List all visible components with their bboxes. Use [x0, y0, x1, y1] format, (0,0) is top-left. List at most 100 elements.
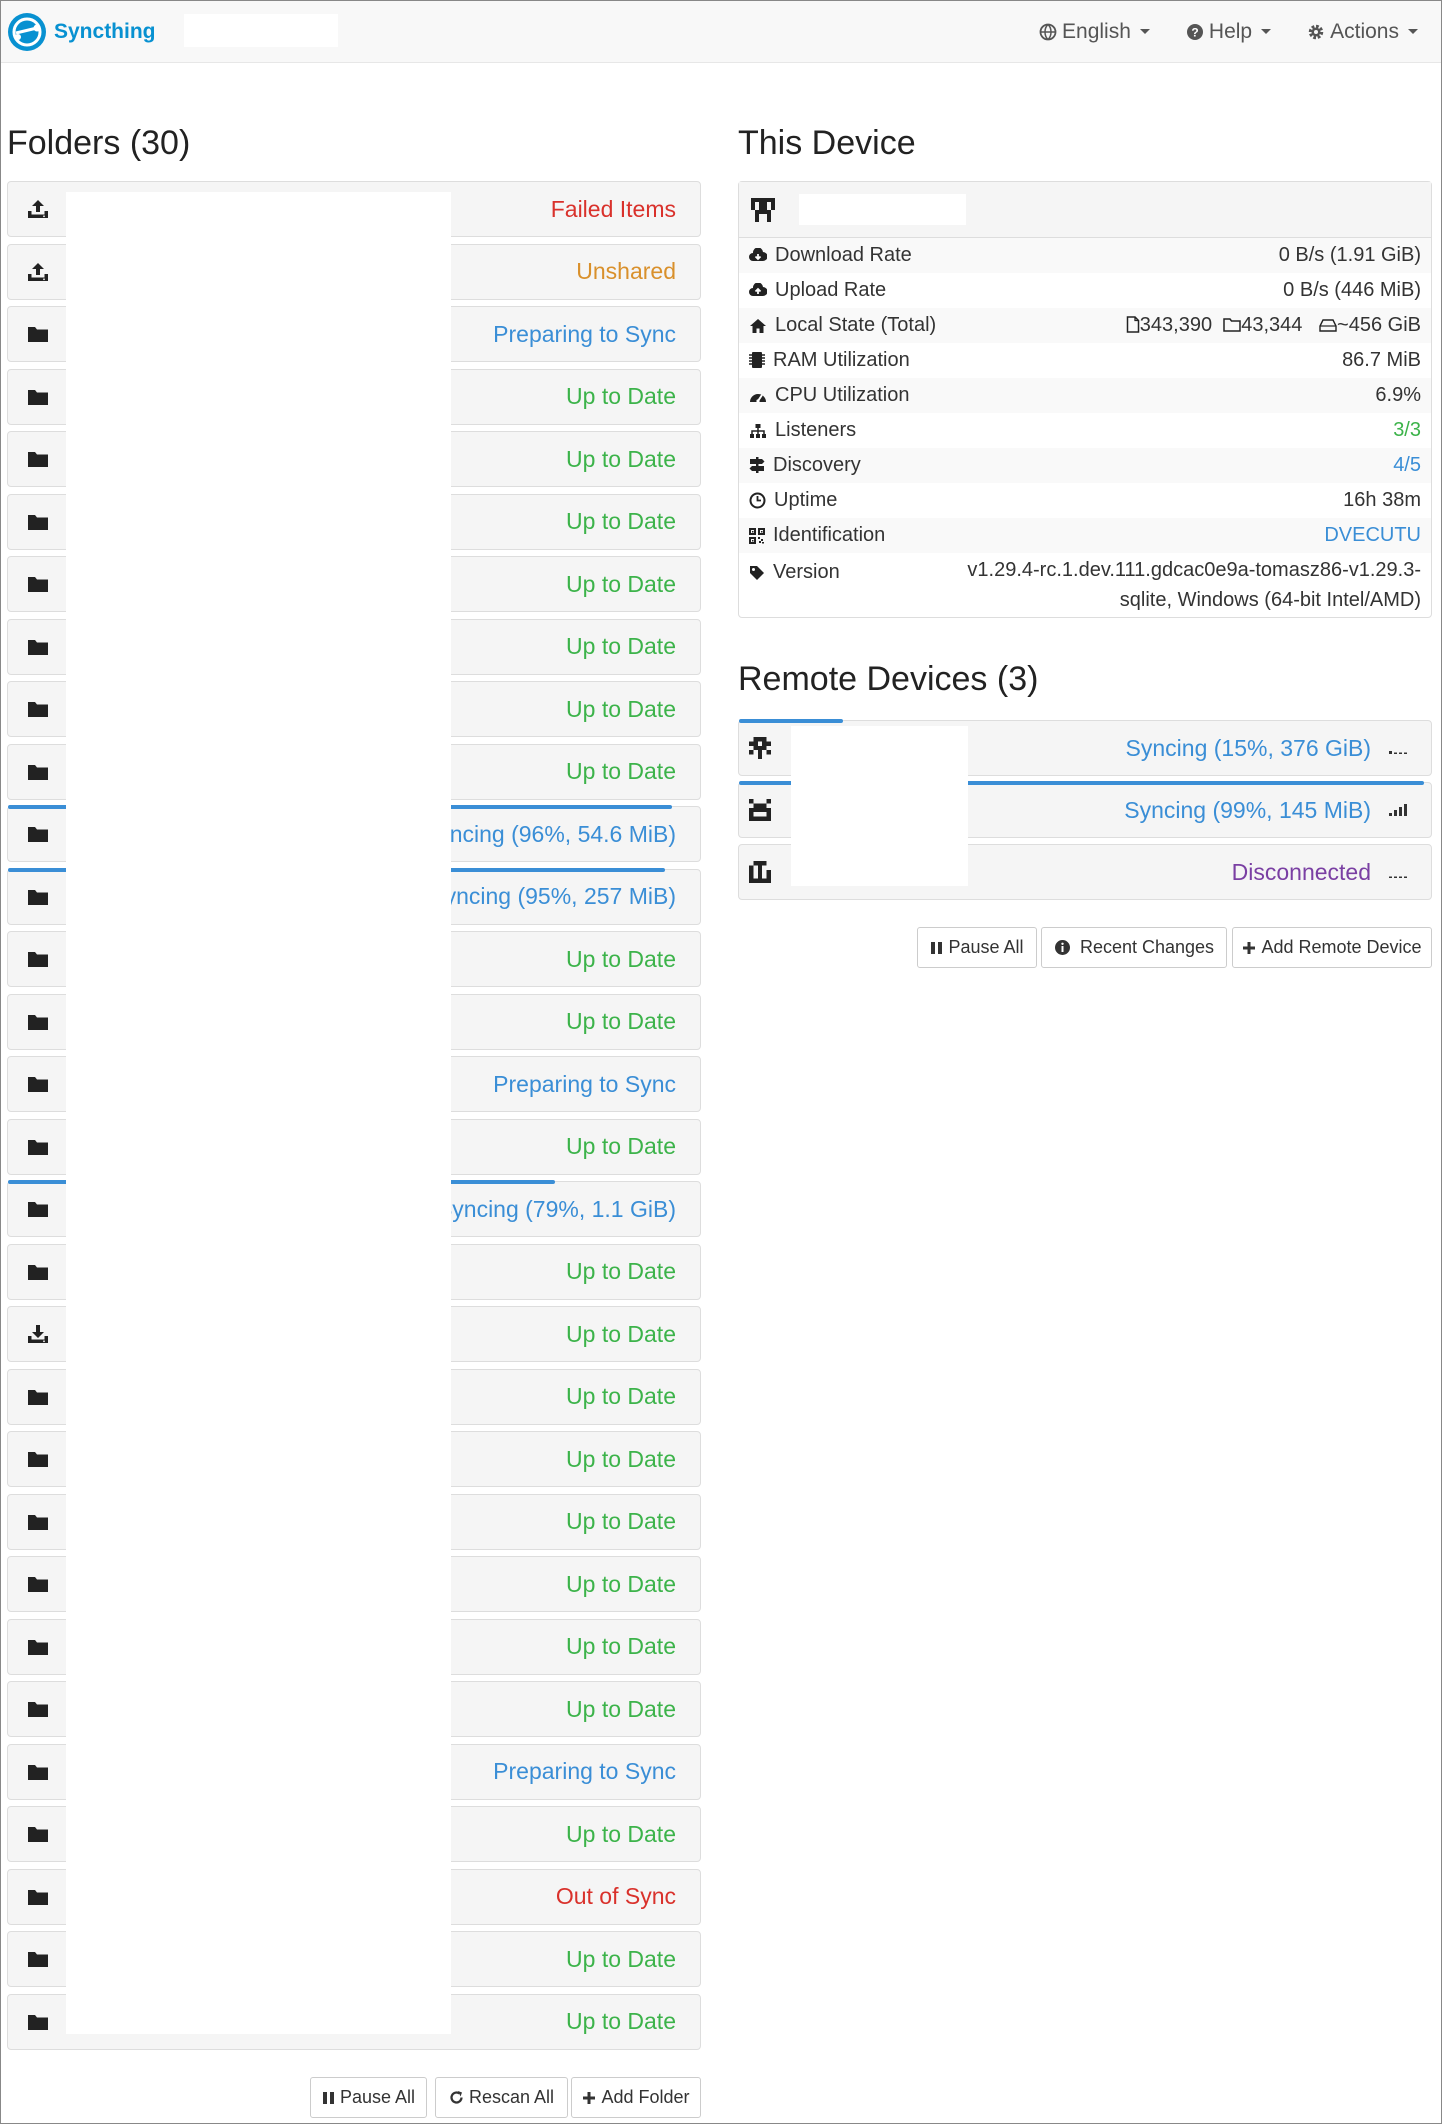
- this-device-panel: Download Rate 0 B/s (1.91 GiB) Upload Ra…: [738, 181, 1432, 618]
- folder-icon: [8, 932, 67, 986]
- cloud-download-icon: [749, 247, 768, 261]
- version-value-line2: sqlite, Windows (64-bit Intel/AMD): [1119, 589, 1421, 611]
- folder-icon: [8, 807, 67, 861]
- info-circle-icon: [1054, 940, 1070, 955]
- folder-icon: [8, 870, 67, 924]
- listeners-value[interactable]: 3/3: [950, 413, 1431, 448]
- cpu-value: 6.9%: [949, 378, 1431, 413]
- local-state-label: Local State (Total): [775, 314, 937, 336]
- rescan-all-label: Rescan All: [468, 2087, 555, 2107]
- folder-status: Preparing to Sync: [493, 320, 676, 347]
- listeners-row: Listeners 3/3: [739, 413, 1431, 448]
- connection-signal-icon: [1389, 783, 1409, 837]
- hdd-icon: [1319, 319, 1337, 332]
- local-state-row: Local State (Total) 343,390 43,344 ~456 …: [739, 308, 1431, 343]
- rescan-all-button[interactable]: Rescan All: [435, 2077, 568, 2118]
- folder-outline-icon: [1223, 318, 1241, 332]
- identification-value[interactable]: DVECUTU: [949, 518, 1431, 553]
- local-size: ~456 GiB: [1337, 314, 1421, 336]
- folder-icon: [8, 1620, 67, 1674]
- add-folder-label: Add Folder: [601, 2087, 690, 2107]
- folder-icon: [8, 995, 67, 1049]
- folder-names-redacted: [66, 192, 451, 2034]
- download-icon: [8, 1307, 67, 1361]
- folder-status: Up to Date: [566, 633, 676, 659]
- version-value-line1: v1.29.4-rc.1.dev.111.gdcac0e9a-tomasz86-…: [967, 559, 1421, 581]
- folder-status: Up to Date: [566, 945, 676, 972]
- brand[interactable]: Syncthing: [6, 10, 156, 54]
- actions-menu[interactable]: Actions: [1307, 20, 1418, 44]
- folder-status: Syncing (95%, 257 MiB): [429, 883, 676, 909]
- pause-all-devices-button[interactable]: Pause All: [917, 927, 1037, 968]
- plus-icon: [1243, 941, 1256, 954]
- folder-icon: [8, 307, 67, 361]
- version-row: Version v1.29.4-rc.1.dev.111.gdcac0e9a-t…: [739, 553, 1431, 617]
- folder-icon: [8, 1745, 67, 1799]
- help-menu[interactable]: ? Help: [1186, 20, 1272, 44]
- home-icon: [750, 319, 766, 333]
- folder-status: Up to Date: [566, 2008, 676, 2034]
- download-rate-value: 0 B/s (1.91 GiB): [949, 238, 1431, 273]
- folder-status: Up to Date: [566, 1945, 676, 1972]
- gear-icon: [1308, 24, 1324, 39]
- folder-status: Up to Date: [566, 1445, 676, 1472]
- add-remote-device-button[interactable]: Add Remote Device: [1232, 927, 1432, 968]
- folder-status: Syncing (96%, 54.6 MiB): [422, 820, 676, 847]
- folder-icon: [8, 1995, 67, 2049]
- upload-rate-row: Upload Rate 0 B/s (446 MiB): [739, 273, 1431, 308]
- folder-icon: [8, 1682, 67, 1736]
- actions-label: Actions: [1330, 19, 1399, 43]
- folder-status: Up to Date: [566, 1633, 676, 1659]
- pause-all-folders-button[interactable]: Pause All: [310, 2077, 427, 2118]
- device-status: Syncing (99%, 145 MiB): [1124, 796, 1371, 823]
- uptime-value: 16h 38m: [1343, 489, 1421, 511]
- ram-label: RAM Utilization: [773, 349, 910, 371]
- folder-status: Up to Date: [566, 1383, 676, 1409]
- folder-status: Up to Date: [566, 383, 676, 409]
- tag-icon: [750, 566, 764, 580]
- folder-icon: [8, 1932, 67, 1986]
- discovery-value[interactable]: 4/5: [949, 448, 1431, 483]
- pause-icon: [322, 2091, 334, 2104]
- folder-status: Up to Date: [566, 1820, 676, 1847]
- upload-rate-label: Upload Rate: [775, 279, 887, 301]
- local-dirs-count: 43,344: [1241, 314, 1303, 336]
- uptime-label: Uptime: [774, 489, 838, 511]
- folders-title: Folders (30): [7, 124, 191, 162]
- device-identicon: [749, 721, 771, 775]
- folder-status: Up to Date: [566, 1258, 676, 1284]
- add-folder-button[interactable]: Add Folder: [571, 2077, 701, 2118]
- folder-icon: [8, 620, 67, 674]
- folder-status: Up to Date: [566, 695, 676, 722]
- cpu-row: CPU Utilization 6.9%: [739, 378, 1431, 413]
- uptime-row: Uptime 16h 38m: [739, 483, 1431, 518]
- folder-status: Up to Date: [566, 1320, 676, 1347]
- svg-text:?: ?: [1191, 25, 1198, 39]
- recent-changes-button[interactable]: Recent Changes: [1041, 927, 1227, 968]
- nav-menu: English ? Help Actions: [1003, 0, 1418, 63]
- folder-icon: [8, 557, 67, 611]
- connection-signal-icon: [1389, 721, 1409, 775]
- device-identicon: [749, 783, 771, 837]
- language-menu[interactable]: English: [1039, 20, 1150, 44]
- language-label: English: [1062, 19, 1131, 43]
- file-icon: [1126, 316, 1140, 333]
- folder-icon: [8, 1057, 67, 1111]
- this-device-header[interactable]: [739, 182, 1431, 238]
- globe-icon: [1039, 23, 1057, 40]
- folder-status: Up to Date: [566, 570, 676, 597]
- cloud-upload-icon: [749, 282, 768, 296]
- local-files-count: 343,390: [1139, 314, 1213, 336]
- version-label: Version: [773, 561, 840, 583]
- ram-value: 86.7 MiB: [1342, 349, 1421, 371]
- discovery-row: Discovery 4/5: [739, 448, 1431, 483]
- folder-status: Up to Date: [566, 1008, 676, 1034]
- syncthing-logo-icon: [8, 13, 46, 51]
- local-state-value: 343,390 43,344 ~456 GiB: [949, 308, 1431, 343]
- folder-icon: [8, 1870, 67, 1924]
- folder-icon: [8, 1807, 67, 1861]
- folder-icon: [8, 1557, 67, 1611]
- tachometer-icon: [750, 394, 766, 403]
- brand-name: Syncthing: [54, 20, 156, 43]
- sitemap-icon: [750, 424, 766, 438]
